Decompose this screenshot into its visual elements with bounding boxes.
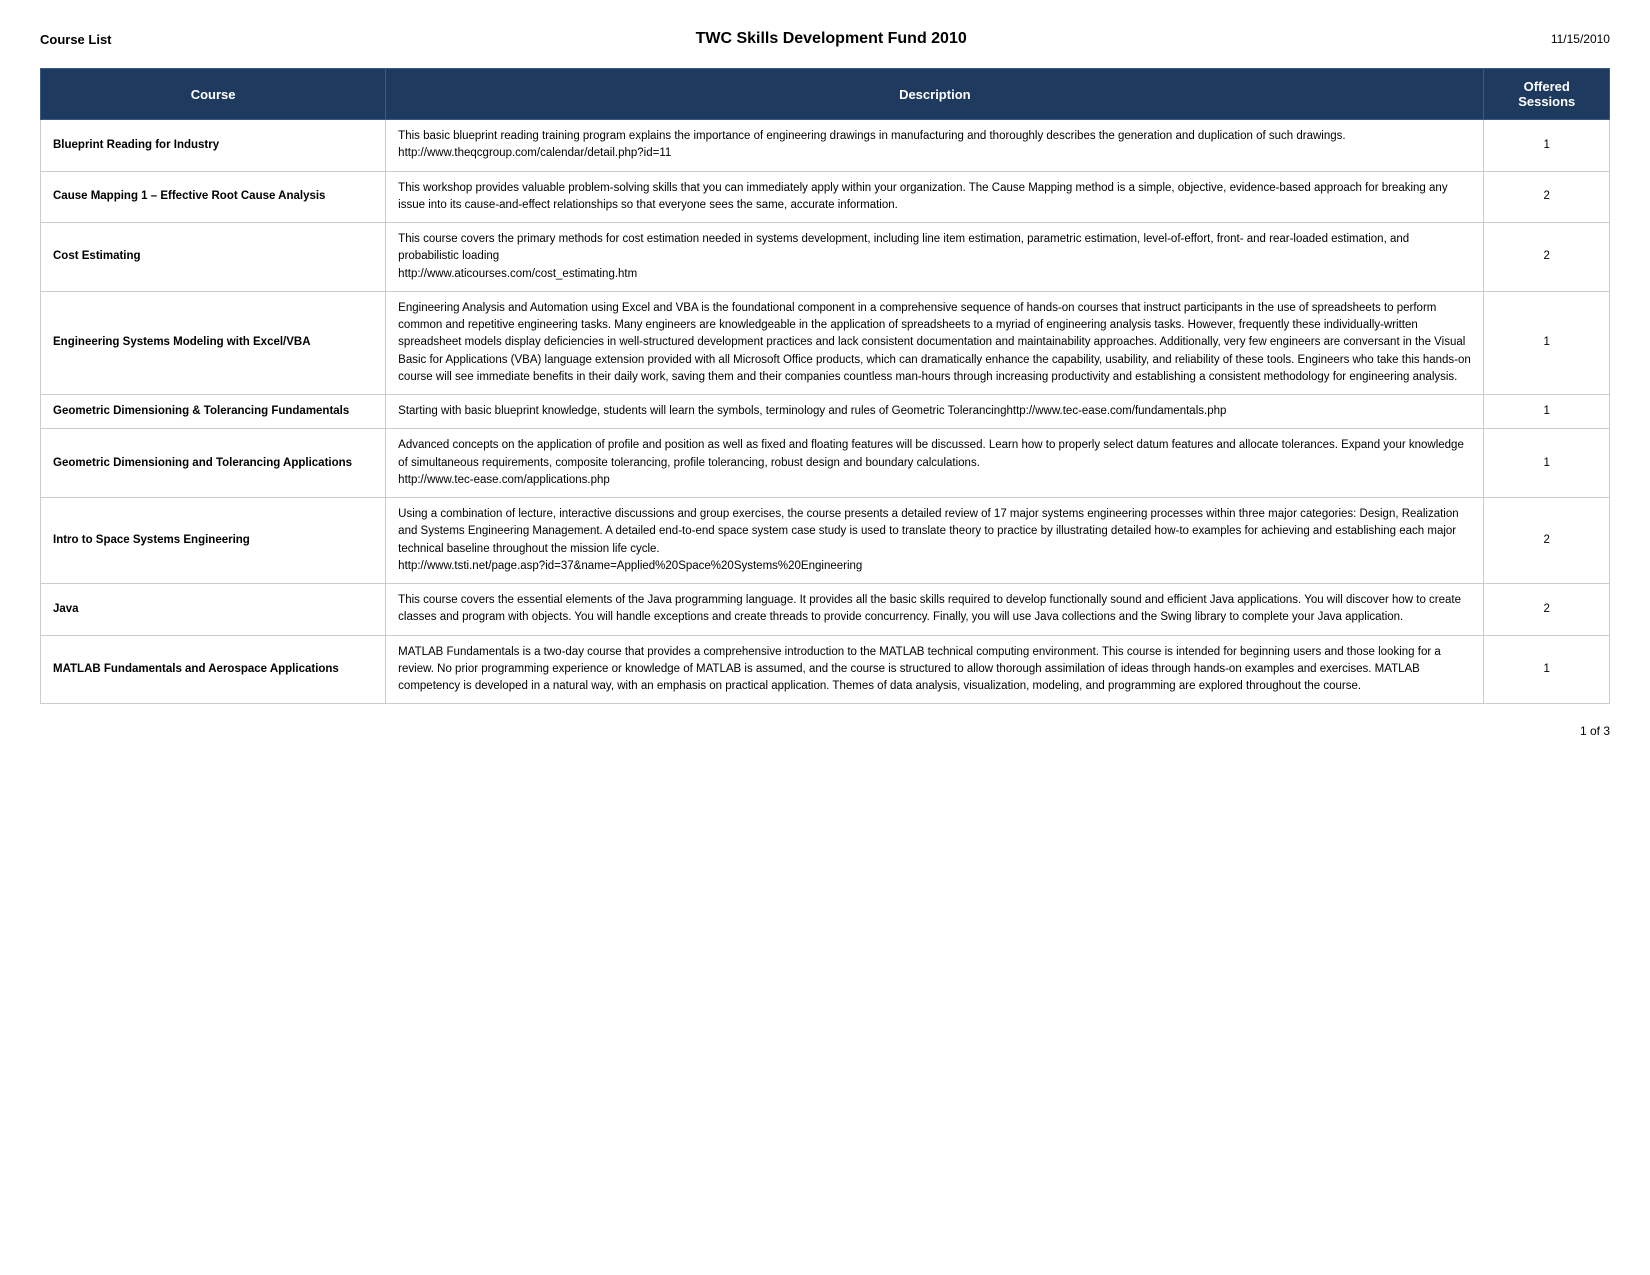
description-cell: Using a combination of lecture, interact… xyxy=(386,498,1484,584)
table-row: Cost EstimatingThis course covers the pr… xyxy=(41,223,1610,292)
course-name-cell: Intro to Space Systems Engineering xyxy=(41,498,386,584)
col-header-course: Course xyxy=(41,69,386,120)
sessions-cell: 1 xyxy=(1484,429,1610,498)
table-row: Intro to Space Systems EngineeringUsing … xyxy=(41,498,1610,584)
sessions-cell: 1 xyxy=(1484,635,1610,704)
table-row: Geometric Dimensioning & Tolerancing Fun… xyxy=(41,395,1610,429)
course-name-cell: Geometric Dimensioning & Tolerancing Fun… xyxy=(41,395,386,429)
sessions-cell: 2 xyxy=(1484,223,1610,292)
description-cell: Starting with basic blueprint knowledge,… xyxy=(386,395,1484,429)
header-right: 11/15/2010 xyxy=(1551,32,1610,46)
table-row: Engineering Systems Modeling with Excel/… xyxy=(41,291,1610,394)
course-table: Course Description OfferedSessions Bluep… xyxy=(40,68,1610,704)
description-cell: This workshop provides valuable problem-… xyxy=(386,171,1484,223)
table-row: MATLAB Fundamentals and Aerospace Applic… xyxy=(41,635,1610,704)
description-cell: This course covers the primary methods f… xyxy=(386,223,1484,292)
page-header: Course List TWC Skills Development Fund … xyxy=(40,30,1610,48)
sessions-cell: 2 xyxy=(1484,171,1610,223)
sessions-cell: 1 xyxy=(1484,120,1610,172)
table-row: JavaThis course covers the essential ele… xyxy=(41,584,1610,636)
course-name-cell: Cause Mapping 1 – Effective Root Cause A… xyxy=(41,171,386,223)
header-center: TWC Skills Development Fund 2010 xyxy=(696,30,967,48)
description-cell: Advanced concepts on the application of … xyxy=(386,429,1484,498)
course-name-cell: Geometric Dimensioning and Tolerancing A… xyxy=(41,429,386,498)
table-row: Geometric Dimensioning and Tolerancing A… xyxy=(41,429,1610,498)
course-name-cell: Blueprint Reading for Industry xyxy=(41,120,386,172)
table-header-row: Course Description OfferedSessions xyxy=(41,69,1610,120)
description-cell: MATLAB Fundamentals is a two-day course … xyxy=(386,635,1484,704)
course-name-cell: Java xyxy=(41,584,386,636)
page-number: 1 of 3 xyxy=(1580,724,1610,738)
description-cell: Engineering Analysis and Automation usin… xyxy=(386,291,1484,394)
sessions-cell: 2 xyxy=(1484,498,1610,584)
table-row: Blueprint Reading for IndustryThis basic… xyxy=(41,120,1610,172)
description-cell: This course covers the essential element… xyxy=(386,584,1484,636)
sessions-cell: 2 xyxy=(1484,584,1610,636)
page-footer: 1 of 3 xyxy=(40,724,1610,738)
course-name-cell: MATLAB Fundamentals and Aerospace Applic… xyxy=(41,635,386,704)
course-name-cell: Cost Estimating xyxy=(41,223,386,292)
table-row: Cause Mapping 1 – Effective Root Cause A… xyxy=(41,171,1610,223)
course-name-cell: Engineering Systems Modeling with Excel/… xyxy=(41,291,386,394)
col-header-description: Description xyxy=(386,69,1484,120)
header-left: Course List xyxy=(40,32,112,47)
sessions-cell: 1 xyxy=(1484,291,1610,394)
sessions-cell: 1 xyxy=(1484,395,1610,429)
col-header-offered: OfferedSessions xyxy=(1484,69,1610,120)
description-cell: This basic blueprint reading training pr… xyxy=(386,120,1484,172)
